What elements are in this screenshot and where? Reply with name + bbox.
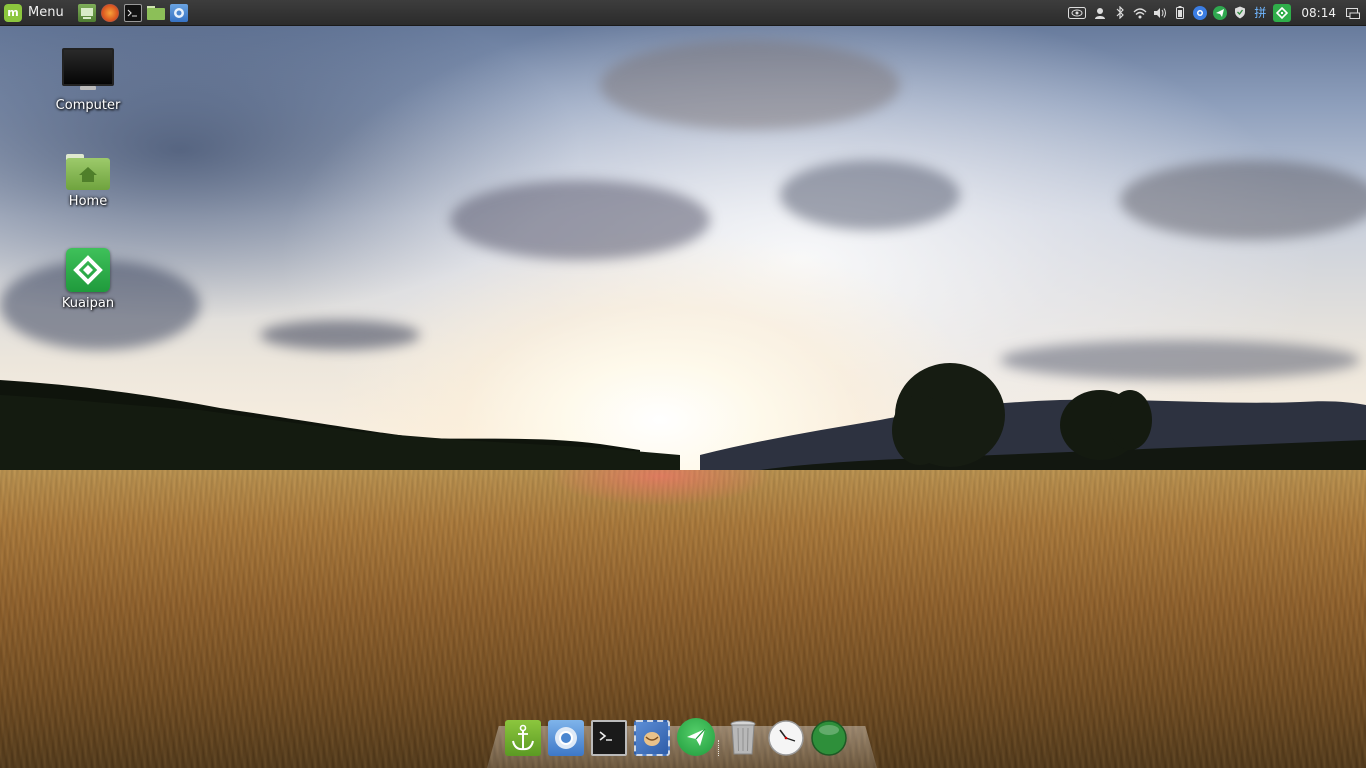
volume-icon[interactable] [1153,6,1167,20]
panel-clock[interactable]: 08:14 [1301,6,1336,20]
clock-app-icon[interactable] [768,720,804,756]
mail-icon[interactable] [634,720,670,756]
desktop-wallpaper [0,0,1366,768]
mint-logo-icon: m [4,3,22,22]
menu-button[interactable]: m Menu [0,0,70,25]
green-orb-icon[interactable] [811,720,847,756]
computer-icon [62,48,114,90]
anchor-app-icon[interactable] [505,720,541,756]
desktop-icon-label: Computer [55,98,121,113]
dock-separator [718,740,722,756]
top-panel: m Menu 拼 08:14 [0,0,1366,26]
firefox-icon[interactable] [100,3,119,22]
wifi-icon[interactable] [1133,6,1147,20]
terminal-icon[interactable] [123,3,142,22]
chromium-icon[interactable] [548,720,584,756]
kuaipan-tray-icon[interactable] [1273,3,1292,22]
shield-icon[interactable] [1233,6,1247,20]
desktop-icon-home[interactable]: Home [48,154,128,209]
kuaipan-icon [66,248,110,292]
panel-launchers [77,3,188,22]
desktop-icon-label: Home [68,194,108,209]
desktop-icon-label: Kuaipan [61,296,115,311]
system-tray: 拼 08:14 [1067,3,1366,22]
files-icon[interactable] [146,4,165,22]
user-icon[interactable] [1093,6,1107,20]
telegram-icon[interactable] [1213,5,1228,20]
menu-label: Menu [28,5,64,20]
eye-icon[interactable] [1067,6,1087,20]
terminal-icon[interactable] [591,720,627,756]
telegram-icon[interactable] [677,718,715,756]
dock [505,716,847,756]
chromium-icon[interactable] [169,3,188,22]
chrome-icon[interactable] [1193,5,1208,20]
keyboard-layout-icon[interactable]: 拼 [1253,6,1267,20]
trash-icon[interactable] [725,720,761,756]
desktop-icon-kuaipan[interactable]: Kuaipan [48,248,128,311]
desktop-icon-computer[interactable]: Computer [48,48,128,113]
bluetooth-icon[interactable] [1113,6,1127,20]
home-folder-icon [66,154,110,190]
battery-icon[interactable] [1173,6,1187,20]
show-desktop-icon[interactable] [77,3,96,22]
window-list-icon[interactable] [1346,6,1360,20]
